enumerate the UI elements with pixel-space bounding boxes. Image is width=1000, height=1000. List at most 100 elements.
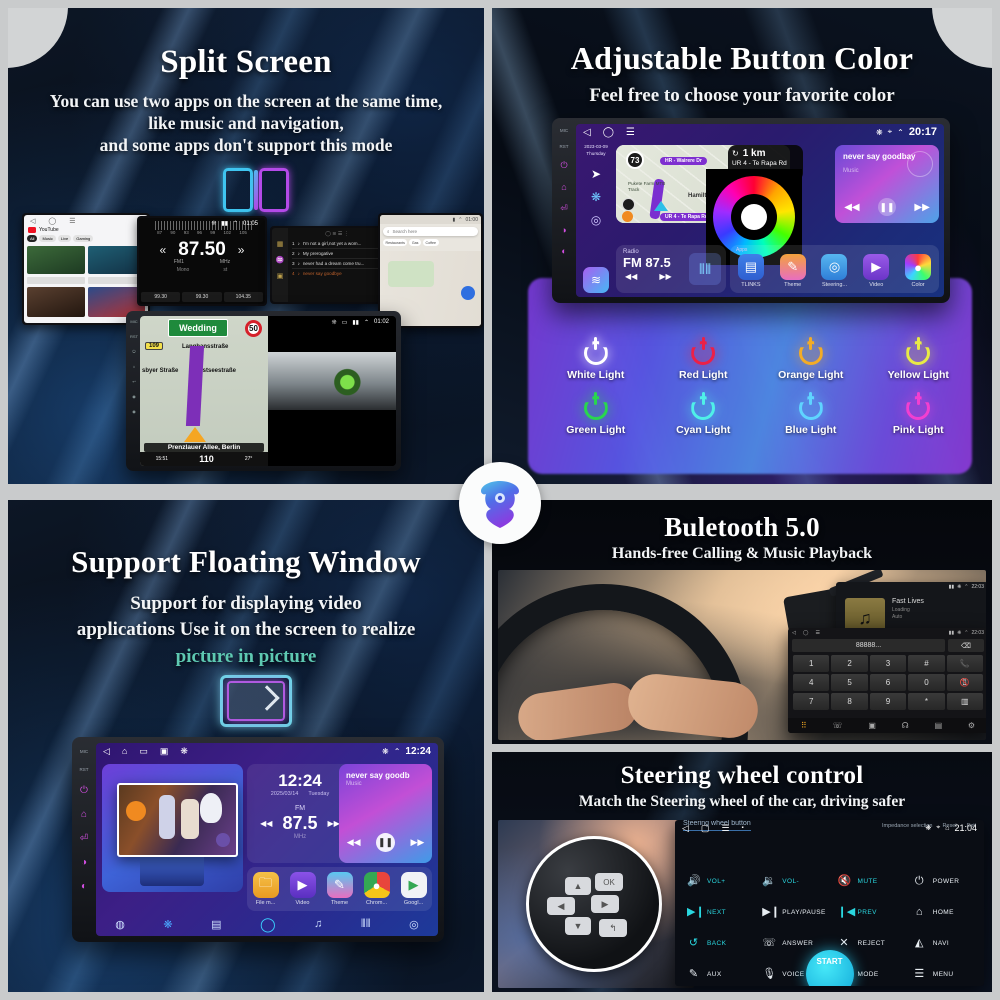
recents-icon[interactable]: ▭ xyxy=(139,746,148,757)
volume-up-icon[interactable]: ◑ xyxy=(561,225,566,235)
key-7[interactable]: 7 xyxy=(793,693,830,710)
key-3[interactable]: 3 xyxy=(869,655,907,672)
home-icon[interactable]: ⌂ xyxy=(81,809,87,820)
radio-preset[interactable]: 99.30 xyxy=(182,292,222,302)
navigation-map[interactable]: Wedding 50 109 Langhansstraße Ostseestra… xyxy=(140,316,268,466)
sw-button-vol-down[interactable]: 🔉 VOL- xyxy=(754,866,829,897)
key-0[interactable]: 0 xyxy=(908,674,945,691)
app-tlinks[interactable]: ▤ TLINKS xyxy=(735,254,767,288)
maps-chips[interactable]: Restaurants Gas Coffee xyxy=(380,239,481,246)
back-icon[interactable]: ◁ xyxy=(103,746,110,757)
sw-button-mute[interactable]: 🔇 MUTE xyxy=(830,866,905,897)
key-8[interactable]: 8 xyxy=(831,693,868,710)
volume-up-icon[interactable]: ◑ xyxy=(81,857,87,868)
bluetooth-icon[interactable]: ❋ xyxy=(163,918,172,931)
radio-stereo[interactable]: st xyxy=(223,267,227,273)
key-5[interactable]: 5 xyxy=(831,674,868,691)
folder-icon[interactable]: ▣ xyxy=(277,272,284,280)
call-log-icon[interactable]: ☏ xyxy=(833,721,843,730)
music-icon[interactable]: ♫ xyxy=(314,918,322,930)
back-icon[interactable]: ◁ xyxy=(583,127,591,138)
key-9[interactable]: 9 xyxy=(869,693,907,710)
keypad-row[interactable]: 1 2 3 # 📞 xyxy=(792,654,984,673)
prev-button[interactable]: ◀◀ xyxy=(844,202,859,213)
navigation-icon[interactable]: ➤ xyxy=(591,167,601,181)
sw-button-vol-up[interactable]: 🔊 VOL+ xyxy=(679,866,754,897)
key-1[interactable]: 1 xyxy=(793,655,830,672)
key-2[interactable]: 2 xyxy=(831,655,868,672)
app-google-play[interactable]: ▶ Googl... xyxy=(398,872,430,906)
radio-preset[interactable]: 104.35 xyxy=(223,292,263,302)
back-icon[interactable]: ◁ xyxy=(30,217,35,225)
assistant-icon[interactable]: ◯ xyxy=(260,916,276,933)
keypad-row[interactable]: 4 5 6 0 📵 xyxy=(792,673,984,692)
home-icon[interactable]: ◯ xyxy=(603,127,614,138)
apps-card[interactable]: Apps ▤ TLINKS ✎ Theme ◎ Steering... ▶ Vi… xyxy=(730,245,939,293)
sw-button-menu[interactable]: ☰ MENU xyxy=(905,959,980,986)
keypad-row[interactable]: 7 8 9 * ▥ xyxy=(792,692,984,711)
list-item[interactable]: 4 ♪ never say goodbye xyxy=(292,269,382,278)
stop-icon[interactable]: ▪ xyxy=(742,825,744,831)
power-icon[interactable]: ⏻ xyxy=(560,160,567,171)
floating-pip-window[interactable] xyxy=(117,783,238,857)
menu-icon[interactable]: ☰ xyxy=(626,127,635,138)
recents-icon[interactable]: ☰ xyxy=(815,630,819,636)
android-statusbar[interactable]: ◁ ⌂ ▭ ▣ ❋ ❋ ⌃ 12:24 xyxy=(96,743,438,759)
radio-next-button[interactable]: ▶▶ xyxy=(659,272,671,281)
volume-down-icon[interactable]: ◐ xyxy=(81,881,87,892)
video-thumbnail[interactable] xyxy=(27,287,85,317)
sw-button-prev[interactable]: ❙◀ PREV xyxy=(830,897,905,928)
back-icon[interactable]: ◁ xyxy=(682,823,689,834)
power-icon[interactable]: ⏻ xyxy=(80,785,88,796)
sw-button-next[interactable]: ▶❙ NEXT xyxy=(679,897,754,928)
app-color[interactable]: ● Color xyxy=(902,254,934,288)
screenshot-icon[interactable]: ▣ xyxy=(160,746,169,757)
home-icon[interactable]: ⌂ xyxy=(133,364,135,369)
app-steering[interactable]: ◎ Steering... xyxy=(818,254,850,288)
dialpad-icon[interactable]: ⠿ xyxy=(801,721,807,730)
light-option-green[interactable]: Green Light xyxy=(542,391,650,436)
music-side-nav[interactable]: ▦ ♒ ▣ xyxy=(272,228,288,302)
bluetooth-icon[interactable]: ❋ xyxy=(180,746,188,757)
key-star[interactable]: * xyxy=(908,693,945,710)
head-unit-screen[interactable]: ◁ ⌂ ▭ ▣ ❋ ❋ ⌃ 12:24 12:24 2025/03/14 Tue… xyxy=(96,743,438,936)
radio-mode[interactable]: Mono xyxy=(177,267,190,273)
my-location-button[interactable] xyxy=(461,286,475,300)
android-navbar[interactable]: ◁ ◯ ☰ xyxy=(24,215,148,226)
key-hash[interactable]: # xyxy=(908,655,945,672)
back-icon[interactable]: ⏎ xyxy=(560,203,568,214)
power-icon[interactable]: ⏻ xyxy=(132,349,135,354)
back-icon[interactable]: ↩ xyxy=(132,379,135,384)
list-item[interactable]: 2 ♪ My prerogative xyxy=(292,249,382,259)
settings-icon[interactable]: ⚙ xyxy=(968,721,975,730)
light-option-red[interactable]: Red Light xyxy=(650,336,758,381)
device-bezel[interactable]: MIC RST ⏻ ⌂ ⏎ ◑ ◐ xyxy=(77,749,91,930)
sw-button-navi[interactable]: ◭ NAVI xyxy=(905,928,980,959)
prev-button[interactable]: ◀◀ xyxy=(347,837,361,848)
back-icon[interactable]: ⏎ xyxy=(80,833,88,844)
sw-button-power[interactable]: ⏻ POWER xyxy=(905,866,980,897)
sw-button-play-pause[interactable]: ▶❙ PLAY/PAUSE xyxy=(754,897,829,928)
home-icon[interactable]: ◯ xyxy=(803,630,809,636)
music-card[interactable]: never say goodbay Music ◀◀ ❚❚ ▶▶ xyxy=(835,145,939,223)
clock-radio-card[interactable]: 12:24 2025/03/14 Tuesday FM ◀◀ 87.5 ▶▶ M… xyxy=(247,764,353,863)
radio-prev-button[interactable]: ◀◀ xyxy=(625,272,637,281)
app-video[interactable]: ▶ Video xyxy=(287,872,319,906)
contacts-icon[interactable]: ▣ xyxy=(868,721,876,730)
bt-audio-icon[interactable]: ☊ xyxy=(902,721,909,730)
app-video[interactable]: ▶ Video xyxy=(860,254,892,288)
equalizer-icon[interactable]: ⦀⦀ xyxy=(689,253,721,285)
video-thumbnail[interactable] xyxy=(27,246,85,274)
color-picker-handle[interactable] xyxy=(741,204,767,230)
app-theme[interactable]: ✎ Theme xyxy=(777,254,809,288)
back-icon[interactable]: ◁ xyxy=(792,630,796,636)
sw-button-aux[interactable]: ✎ AUX xyxy=(679,959,754,986)
seek-up-button[interactable]: » xyxy=(238,243,245,257)
youtube-tabs[interactable]: All Music Live Gaming xyxy=(24,234,148,243)
vol-down-icon[interactable]: ◉ xyxy=(132,409,136,414)
radio-card[interactable]: Radio FM 87.5 ◀◀ ▶▶ ⦀⦀ xyxy=(616,245,726,293)
seek-down-button[interactable]: « xyxy=(160,243,167,257)
pause-button[interactable]: ❚❚ xyxy=(376,833,395,852)
bluetooth-icon[interactable]: ❋ xyxy=(591,190,601,204)
hangup-button[interactable]: 📵 xyxy=(946,674,984,691)
